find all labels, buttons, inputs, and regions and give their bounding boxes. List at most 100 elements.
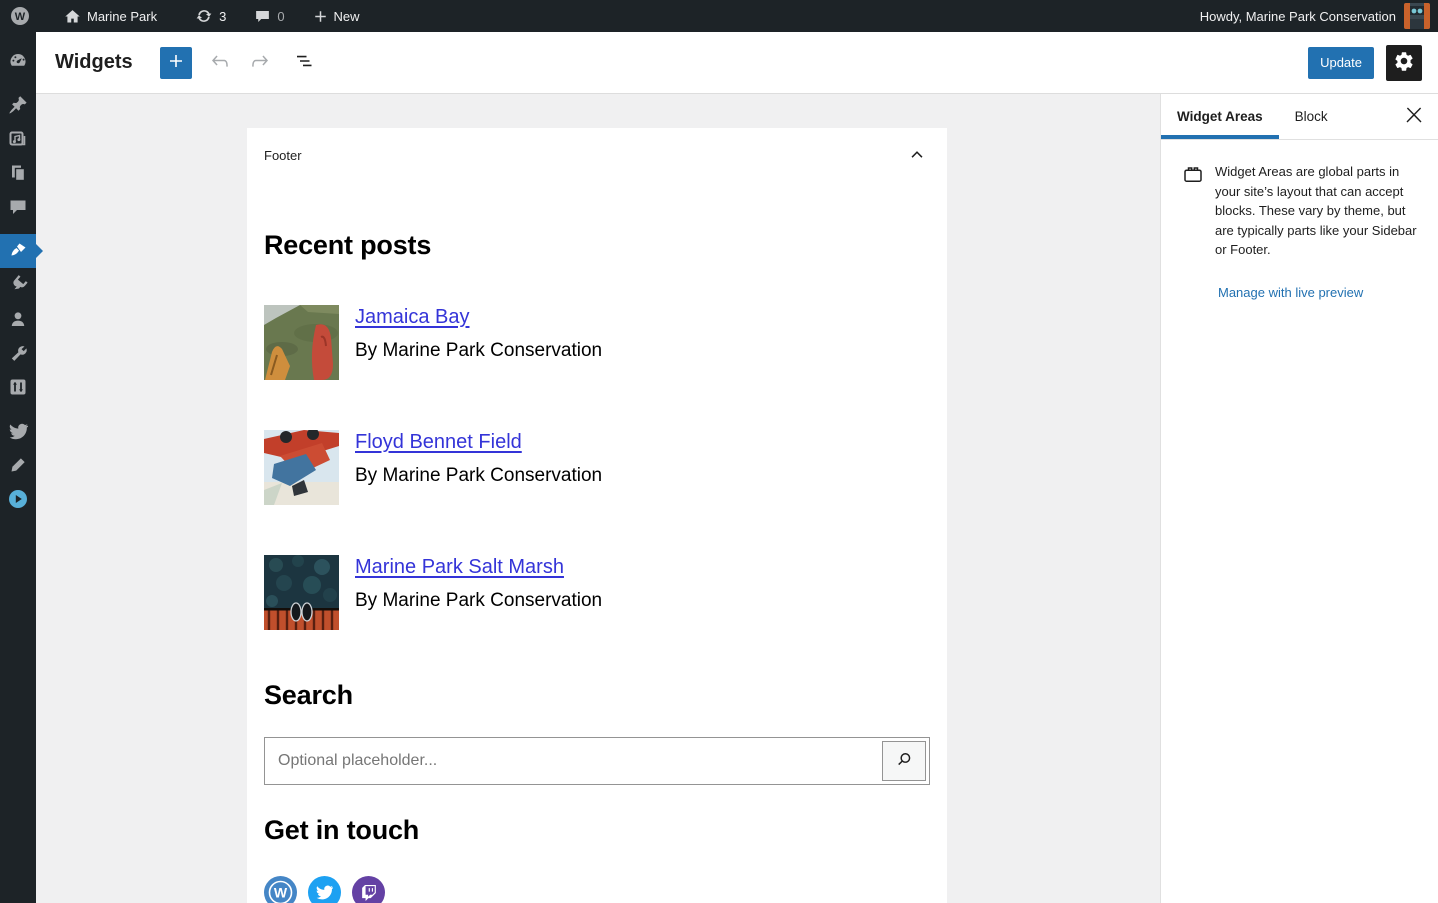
- new-content-menu[interactable]: New: [303, 0, 370, 32]
- sidebar-item-videos[interactable]: [0, 482, 36, 516]
- widget-areas-info: Widget Areas are global parts in your si…: [1161, 140, 1438, 260]
- widget-area-panel-header[interactable]: Footer: [247, 128, 947, 182]
- sidebar-item-posts[interactable]: [0, 88, 36, 122]
- redo-button[interactable]: [242, 45, 278, 81]
- pages-icon: [8, 163, 28, 183]
- play-circle-icon: [8, 489, 28, 509]
- close-sidebar-button[interactable]: [1390, 94, 1438, 139]
- site-menu[interactable]: Marine Park: [54, 0, 167, 32]
- post-byline: By Marine Park Conservation: [355, 465, 602, 487]
- updates-icon: [195, 7, 213, 25]
- sidebar-tabs: Widget Areas Block: [1161, 94, 1438, 140]
- comment-bubble-icon: [254, 8, 271, 25]
- block-inserter-button[interactable]: [160, 47, 192, 79]
- post-item: Floyd Bennet Field By Marine Park Conser…: [264, 430, 930, 505]
- tab-block[interactable]: Block: [1279, 94, 1344, 139]
- sliders-icon: [8, 377, 28, 397]
- wordpress-logo-icon: W: [10, 6, 30, 26]
- post-thumbnail-floyd-bennet-field: [264, 430, 339, 505]
- comment-count: 0: [277, 9, 284, 24]
- recent-posts-heading: Recent posts: [264, 230, 930, 261]
- comments-menu[interactable]: 0: [244, 0, 294, 32]
- widget-box-icon: [1181, 162, 1205, 260]
- document-overview-button[interactable]: [286, 45, 322, 81]
- sidebar-item-pencil[interactable]: [0, 448, 36, 482]
- chevron-up-icon: [905, 142, 929, 169]
- update-count: 3: [219, 9, 226, 24]
- howdy-text: Howdy, Marine Park Conservation: [1200, 9, 1396, 24]
- twitch-social-icon[interactable]: [352, 876, 385, 903]
- new-label: New: [334, 9, 360, 24]
- svg-text:W: W: [15, 11, 26, 23]
- settings-toggle-button[interactable]: [1386, 45, 1422, 81]
- close-icon: [1402, 103, 1426, 130]
- post-link[interactable]: Jamaica Bay: [355, 305, 470, 329]
- updates-menu[interactable]: 3: [185, 0, 236, 32]
- footer-widget-area-panel: Footer Recent posts: [247, 128, 947, 903]
- tab-widget-areas[interactable]: Widget Areas: [1161, 94, 1279, 139]
- undo-icon: [208, 49, 232, 76]
- wrench-icon: [8, 343, 28, 363]
- search-icon: [893, 749, 915, 774]
- list-view-icon: [292, 49, 316, 76]
- gear-icon: [1393, 50, 1415, 75]
- comments-icon: [8, 197, 28, 217]
- wordpress-logo-menu[interactable]: W: [0, 0, 40, 32]
- get-in-touch-heading: Get in touch: [264, 815, 930, 846]
- sidebar-item-comments[interactable]: [0, 190, 36, 224]
- search-input[interactable]: [264, 737, 930, 785]
- site-name: Marine Park: [87, 9, 157, 24]
- twitter-bird-icon: [9, 422, 28, 441]
- plus-icon: [164, 49, 188, 76]
- search-block: [264, 737, 930, 785]
- widget-areas-description: Widget Areas are global parts in your si…: [1215, 162, 1418, 260]
- update-button[interactable]: Update: [1308, 47, 1374, 79]
- active-item-arrow: [36, 244, 43, 258]
- sidebar-item-users[interactable]: [0, 302, 36, 336]
- post-thumbnail-salt-marsh: [264, 555, 339, 630]
- pencil-icon: [9, 456, 27, 474]
- avatar[interactable]: [1404, 3, 1430, 29]
- post-link[interactable]: Floyd Bennet Field: [355, 430, 522, 454]
- svg-text:W: W: [274, 885, 288, 901]
- admin-menu-rail: [0, 32, 36, 903]
- search-submit-button[interactable]: [882, 741, 926, 781]
- post-byline: By Marine Park Conservation: [355, 590, 602, 612]
- sidebar-item-tools[interactable]: [0, 336, 36, 370]
- pin-icon: [8, 95, 28, 115]
- plus-icon: [313, 9, 328, 24]
- sidebar-item-dashboard[interactable]: [0, 44, 36, 78]
- manage-live-preview-link[interactable]: Manage with live preview: [1218, 285, 1363, 300]
- media-icon: [8, 129, 28, 149]
- post-link[interactable]: Marine Park Salt Marsh: [355, 555, 564, 579]
- user-icon: [8, 309, 28, 329]
- post-thumbnail-jamaica-bay: [264, 305, 339, 380]
- sidebar-item-appearance[interactable]: [0, 234, 36, 268]
- sidebar-item-settings[interactable]: [0, 370, 36, 404]
- dashboard-icon: [8, 51, 28, 71]
- redo-icon: [248, 49, 272, 76]
- paintbrush-icon: [8, 241, 28, 261]
- page-title: Widgets: [55, 51, 133, 74]
- twitter-social-icon[interactable]: [308, 876, 341, 903]
- sidebar-item-media[interactable]: [0, 122, 36, 156]
- editor-header: Widgets Update: [36, 32, 1438, 94]
- admin-bar: W Marine Park 3 0 New Howdy, Marine P: [0, 0, 1438, 32]
- undo-button[interactable]: [202, 45, 238, 81]
- my-account-menu[interactable]: Howdy, Marine Park Conservation: [1190, 0, 1396, 32]
- sidebar-item-twitter[interactable]: [0, 414, 36, 448]
- editor-workspace: Footer Recent posts: [36, 94, 1160, 903]
- plug-icon: [8, 275, 28, 295]
- home-icon: [64, 8, 81, 25]
- search-heading: Search: [264, 680, 930, 711]
- post-item: Marine Park Salt Marsh By Marine Park Co…: [264, 555, 930, 630]
- sidebar-item-pages[interactable]: [0, 156, 36, 190]
- collapse-panel-button[interactable]: [901, 138, 933, 173]
- social-links-block: W: [264, 876, 930, 903]
- settings-sidebar: Widget Areas Block Widget Areas are glob…: [1160, 94, 1438, 903]
- sidebar-item-plugins[interactable]: [0, 268, 36, 302]
- widget-area-name: Footer: [264, 148, 302, 163]
- wordpress-social-icon[interactable]: W: [264, 876, 297, 903]
- post-byline: By Marine Park Conservation: [355, 340, 602, 362]
- post-item: Jamaica Bay By Marine Park Conservation: [264, 305, 930, 380]
